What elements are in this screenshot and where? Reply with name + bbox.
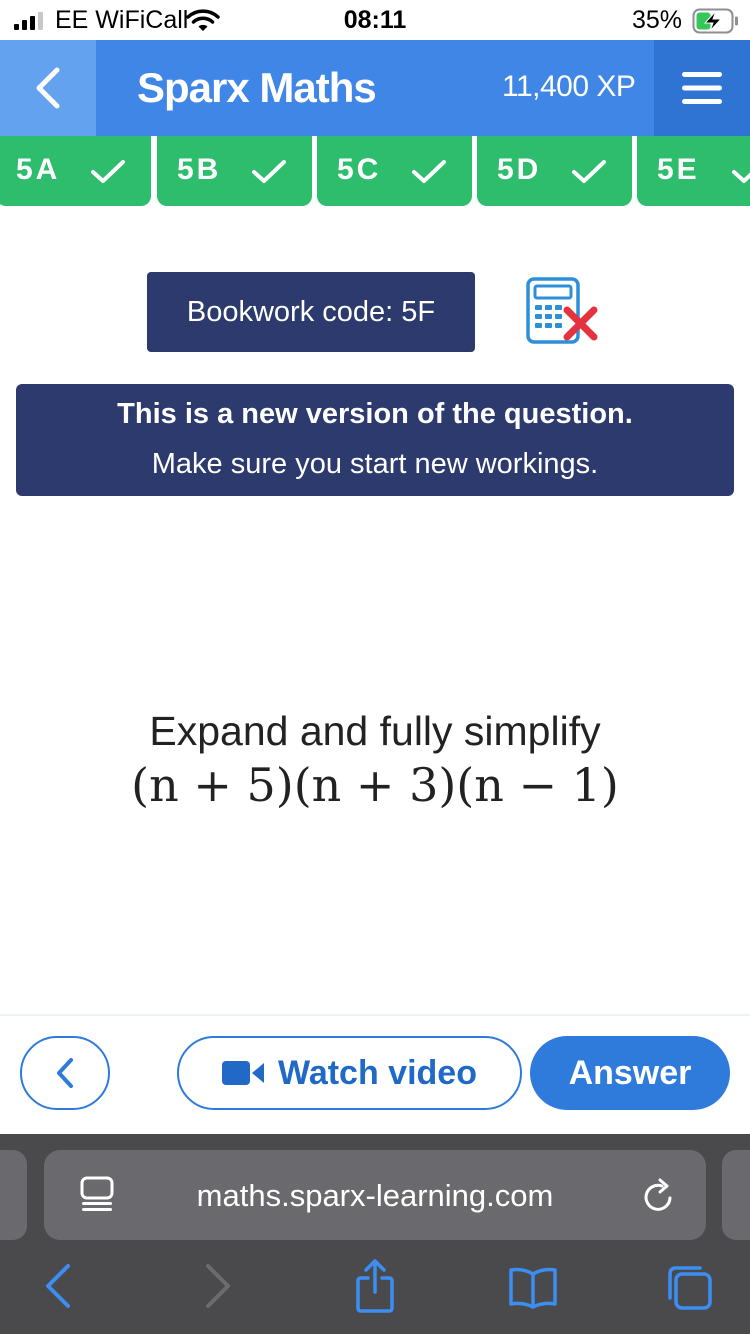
- calculator-not-allowed-icon: [526, 277, 598, 344]
- tab-label: 5D: [497, 153, 542, 186]
- tab-label: 5B: [177, 153, 222, 186]
- checkmark-icon: [572, 160, 606, 183]
- answer-button[interactable]: Answer: [530, 1036, 730, 1110]
- url-text: maths.sparx-learning.com: [196, 1178, 554, 1213]
- menu-button[interactable]: [654, 40, 750, 136]
- tab-label: 5E: [657, 153, 700, 186]
- next-tab-preview[interactable]: [722, 1150, 750, 1240]
- tab-5d[interactable]: 5D: [477, 136, 632, 206]
- back-button[interactable]: [0, 40, 96, 136]
- notice-heading: This is a new version of the question.: [117, 398, 633, 430]
- bookwork-code: Bookwork code: 5F: [147, 272, 475, 352]
- tab-label: 5A: [16, 153, 61, 186]
- tab-5c[interactable]: 5C: [317, 136, 472, 206]
- checkmark-icon: [412, 160, 446, 183]
- app-title: Sparx Maths: [137, 64, 377, 111]
- hamburger-menu-icon: [682, 72, 722, 104]
- checkmark-icon: [252, 160, 286, 183]
- share-icon[interactable]: [355, 1258, 395, 1314]
- bookmarks-icon[interactable]: [508, 1266, 558, 1310]
- xp-counter: 11,400 XP: [502, 70, 636, 103]
- tabs-icon[interactable]: [666, 1264, 714, 1312]
- video-camera-icon: [222, 1061, 264, 1085]
- tab-5a[interactable]: 5A: [0, 136, 151, 206]
- tab-label: 5C: [337, 153, 382, 186]
- battery-charging-icon: [692, 8, 738, 34]
- tab-5e[interactable]: 5E: [637, 136, 750, 206]
- chevron-left-icon: [57, 1058, 73, 1088]
- reload-icon[interactable]: [642, 1178, 676, 1214]
- question-instruction: Expand and fully simplify: [149, 708, 601, 754]
- browser-forward-icon[interactable]: [202, 1262, 236, 1310]
- tab-5b[interactable]: 5B: [157, 136, 312, 206]
- chevron-left-icon: [36, 67, 60, 109]
- checkmark-icon: [732, 170, 750, 183]
- task-tabs: 5A 5B 5C 5D 5E: [0, 136, 750, 206]
- checkmark-icon: [91, 160, 125, 183]
- watch-video-label: Watch video: [278, 1053, 477, 1092]
- notice-body: Make sure you start new workings.: [151, 448, 599, 480]
- status-bar: EE WiFiCall 08:11 35%: [0, 0, 750, 40]
- question-expression: (n + 5)(n + 3)(n − 1): [131, 758, 619, 812]
- previous-button[interactable]: [20, 1036, 110, 1110]
- previous-tab-preview[interactable]: [0, 1150, 27, 1240]
- browser-toolbar: maths.sparx-learning.com: [0, 1134, 750, 1334]
- browser-back-icon[interactable]: [40, 1262, 74, 1310]
- watch-video-button[interactable]: Watch video: [177, 1036, 522, 1110]
- app-header: Sparx Maths 11,400 XP: [0, 40, 750, 136]
- divider: [0, 1014, 750, 1016]
- battery-percentage: 35%: [632, 6, 683, 34]
- address-bar[interactable]: maths.sparx-learning.com: [44, 1150, 706, 1240]
- new-version-notice: This is a new version of the question. M…: [16, 384, 734, 496]
